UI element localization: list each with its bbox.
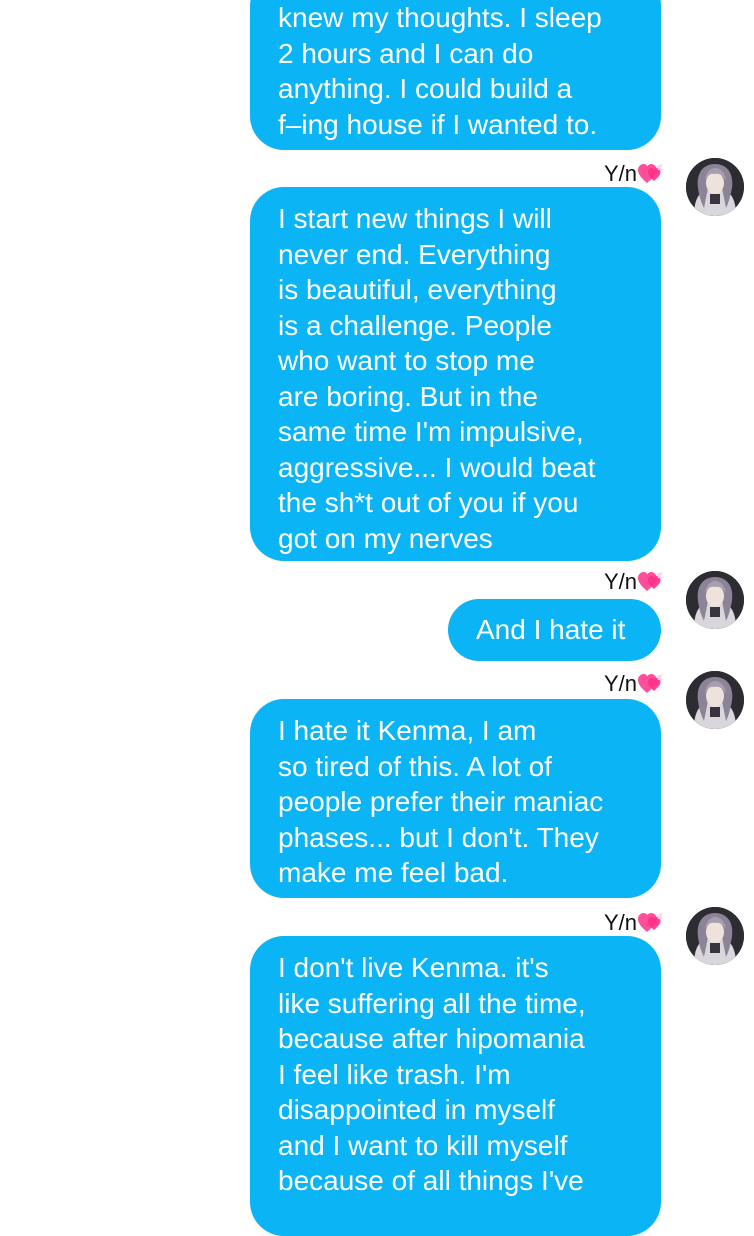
- avatar-image: [686, 671, 744, 729]
- avatar-image: [686, 907, 744, 965]
- sender-name: Y/n: [603, 910, 637, 935]
- avatar-image: [686, 158, 744, 216]
- avatar-image: [686, 571, 744, 629]
- message-bubble[interactable]: knew my thoughts. I sleep 2 hours and I …: [250, 0, 661, 150]
- avatar[interactable]: [686, 158, 744, 216]
- heart-with-ribbon-icon: [638, 164, 664, 184]
- chat-thread: knew my thoughts. I sleep 2 hours and I …: [0, 0, 754, 1236]
- heart-with-ribbon-icon: [638, 674, 664, 694]
- avatar[interactable]: [686, 671, 744, 729]
- sender-label: Y/n: [604, 569, 664, 595]
- sender-name: Y/n: [603, 161, 637, 186]
- message-bubble[interactable]: I hate it Kenma, I am so tired of this. …: [250, 699, 661, 898]
- message-bubble[interactable]: I don't live Kenma. it's like suffering …: [250, 936, 661, 1236]
- sender-name: Y/n: [603, 569, 637, 594]
- avatar[interactable]: [686, 571, 744, 629]
- message-bubble[interactable]: And I hate it: [448, 599, 661, 661]
- heart-with-ribbon-icon: [638, 913, 664, 933]
- sender-label: Y/n: [604, 910, 664, 936]
- message-bubble[interactable]: I start new things I will never end. Eve…: [250, 187, 661, 561]
- heart-with-ribbon-icon: [638, 572, 664, 592]
- sender-label: Y/n: [604, 671, 664, 697]
- sender-label: Y/n: [604, 161, 664, 187]
- avatar[interactable]: [686, 907, 744, 965]
- sender-name: Y/n: [603, 671, 637, 696]
